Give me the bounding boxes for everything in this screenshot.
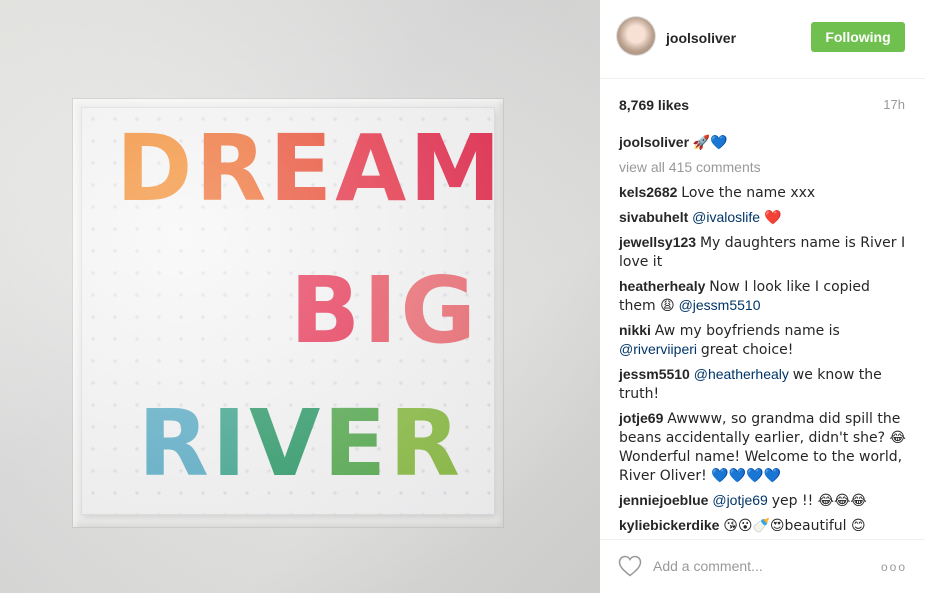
add-comment-input[interactable]: Add a comment... — [653, 558, 763, 574]
heart-icon[interactable] — [618, 555, 642, 577]
comment-username[interactable]: jessm5510 — [619, 366, 690, 382]
comment-mention[interactable]: @ivaloslife — [692, 209, 760, 225]
comment-text: Aw my boyfriends name is — [654, 323, 840, 339]
following-button[interactable]: Following — [811, 22, 905, 52]
comment-mention[interactable]: @jotje69 — [712, 492, 767, 508]
comment-item: kels2682 Love the name xxx — [619, 183, 907, 202]
comment-mention[interactable]: @jessm5510 — [679, 297, 761, 313]
comment-item: sivabuhelt @ivaloslife ❤️ — [619, 208, 907, 227]
comment-username[interactable]: jenniejoebluе — [619, 492, 708, 508]
more-options-icon[interactable]: ooo — [881, 560, 907, 574]
caption-text: 🚀💙 — [692, 135, 728, 151]
photo-shading — [0, 0, 600, 593]
comment-username[interactable]: sivabuhelt — [619, 209, 688, 225]
comment-username[interactable]: nikki — [619, 322, 651, 338]
comment-username[interactable]: kels2682 — [619, 184, 677, 200]
comment-item: nikki Aw my boyfriends name is @rivervii… — [619, 321, 907, 359]
comment-mention[interactable]: @riverviiperi — [619, 341, 697, 357]
post-timestamp[interactable]: 17h — [883, 97, 905, 112]
add-comment-bar: Add a comment... ooo — [600, 539, 925, 594]
comment-mention[interactable]: @heatherhealy — [694, 366, 789, 382]
likes-count[interactable]: 8,769 likes — [619, 97, 689, 113]
avatar[interactable] — [617, 17, 655, 55]
comment-text: great choice! — [700, 342, 794, 358]
caption-username[interactable]: joolsoliver — [619, 134, 689, 150]
caption: joolsoliver 🚀💙 — [619, 133, 907, 152]
post-photo: DREAM BIG RIVER — [0, 0, 600, 593]
comment-username[interactable]: jewellsy123 — [619, 234, 696, 250]
comment-text: 😘😮🍼😍beautiful 😊 — [723, 518, 866, 534]
comment-item: heatherhealy Now I look like I copied th… — [619, 277, 907, 315]
view-all-comments-link[interactable]: view all 415 comments — [619, 158, 907, 176]
comments-list: joolsoliver 🚀💙 view all 415 comments kel… — [619, 133, 907, 541]
comment-username[interactable]: heatherhealy — [619, 278, 705, 294]
comment-username[interactable]: kyliebickerdike — [619, 517, 719, 533]
comment-username[interactable]: jotje69 — [619, 410, 663, 426]
username-link[interactable]: joolsoliver — [666, 30, 736, 46]
post-sidebar: joolsoliver Following 8,769 likes 17h jo… — [600, 0, 925, 593]
comment-item: jenniejoebluе @jotje69 yep !! 😂😂😂 — [619, 491, 907, 510]
comment-text: Awwww, so grandma did spill the beans ac… — [619, 411, 906, 484]
comment-text: Love the name xxx — [681, 185, 816, 201]
comment-item: kyliebickerdike 😘😮🍼😍beautiful 😊 — [619, 516, 907, 535]
comment-item: jewellsy123 My daughters name is River I… — [619, 233, 907, 271]
post-header: joolsoliver Following — [600, 0, 925, 79]
comment-text: yep !! 😂😂😂 — [771, 493, 867, 509]
comment-item: jotje69 Awwww, so grandma did spill the … — [619, 409, 907, 485]
comment-item: jessm5510 @heatherhealy we know the trut… — [619, 365, 907, 403]
comment-items: kels2682 Love the name xxx sivabuhelt @i… — [619, 183, 907, 535]
comment-text: ❤️ — [763, 210, 782, 226]
